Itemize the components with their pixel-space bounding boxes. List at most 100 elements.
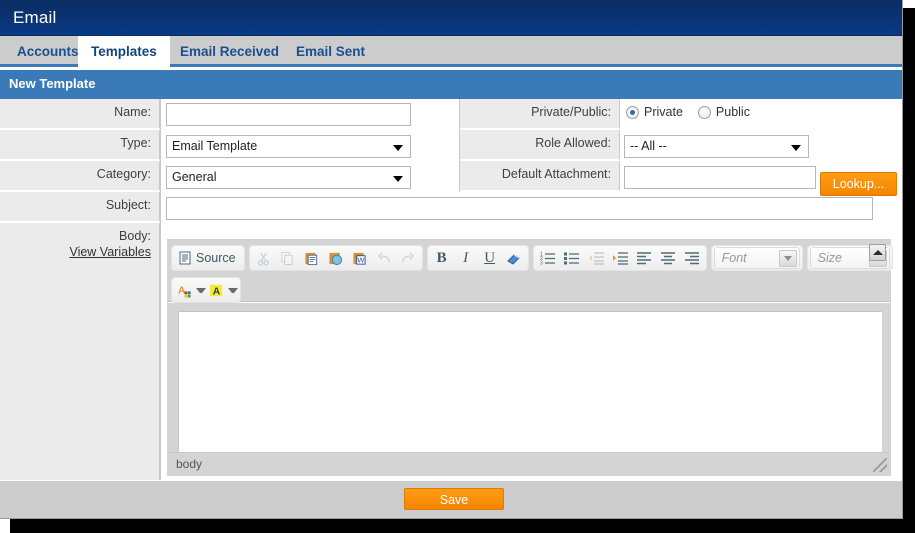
align-left-icon[interactable] — [632, 247, 656, 269]
screenshot-root: Email Accounts Templates Email Received … — [0, 0, 915, 533]
name-input[interactable] — [166, 103, 411, 126]
font-family-placeholder: Font — [721, 251, 747, 265]
field-subject — [166, 197, 873, 220]
tab-strip: Accounts Templates Email Received Email … — [0, 36, 902, 67]
toolbar-group-clipboard: W — [248, 245, 423, 271]
background-color-icon[interactable]: A — [206, 279, 226, 301]
font-size-placeholder: Size — [817, 251, 842, 265]
field-default-attachment — [624, 166, 816, 189]
background-color-dropdown-icon[interactable] — [226, 279, 238, 301]
default-attachment-input[interactable] — [624, 166, 816, 189]
lookup-button[interactable]: Lookup... — [820, 172, 897, 196]
toolbar-collapse-button[interactable] — [869, 244, 886, 261]
text-color-icon[interactable]: A — [174, 279, 194, 301]
window-shadow-bottom — [8, 519, 915, 533]
label-default-attachment: Default Attachment: — [501, 167, 611, 181]
elements-path-body[interactable]: body — [176, 457, 202, 471]
radio-public[interactable] — [697, 105, 711, 119]
radio-private[interactable] — [626, 105, 639, 119]
tab-templates[interactable]: Templates — [78, 36, 170, 67]
field-private-public: Private Public — [626, 105, 760, 119]
paste-icon[interactable] — [300, 247, 324, 269]
editor-body-wrapper — [168, 303, 890, 453]
svg-text:3: 3 — [540, 261, 543, 266]
form-column-divider — [459, 99, 460, 192]
radio-public-label[interactable]: Public — [716, 105, 750, 119]
title-bar: Email — [0, 0, 902, 36]
toolbar-group-font: Font — [710, 245, 803, 271]
chevron-down-icon — [393, 145, 403, 151]
paste-from-word-icon[interactable]: W — [348, 247, 372, 269]
underline-icon[interactable]: U — [478, 247, 502, 269]
label-role-allowed: Role Allowed: — [535, 136, 611, 150]
svg-text:A: A — [212, 286, 220, 297]
label-cell-type: Type: — [0, 130, 160, 160]
shadow-notch-left — [0, 519, 10, 533]
field-name — [166, 103, 411, 126]
editor-toolbar-row-2: A A — [171, 276, 887, 304]
editor-resize-grip[interactable] — [873, 458, 887, 472]
field-role-allowed: -- All -- — [624, 135, 809, 158]
label-cell-name: Name: — [0, 99, 160, 129]
window-shadow-right — [903, 6, 915, 525]
svg-text:W: W — [357, 255, 365, 264]
category-select[interactable]: General — [166, 166, 411, 189]
indent-icon[interactable] — [608, 247, 632, 269]
page-title: Email — [13, 8, 57, 27]
italic-icon[interactable]: I — [454, 247, 478, 269]
editor-content-area[interactable] — [178, 311, 882, 453]
align-center-icon[interactable] — [656, 247, 680, 269]
application-window: Email Accounts Templates Email Received … — [0, 0, 903, 519]
field-type: Email Template — [166, 135, 411, 158]
view-variables-link[interactable]: View Variables — [69, 245, 151, 259]
bold-icon[interactable]: B — [430, 247, 454, 269]
tab-email-sent[interactable]: Email Sent — [283, 36, 378, 67]
copy-icon[interactable] — [276, 247, 300, 269]
shadow-notch-top — [903, 0, 915, 8]
tab-email-received[interactable]: Email Received — [167, 36, 292, 67]
chevron-down-icon — [778, 249, 797, 267]
type-select-value: Email Template — [172, 139, 258, 153]
text-color-dropdown-icon[interactable] — [194, 279, 206, 301]
chevron-down-icon — [791, 145, 801, 151]
toolbar-group-document: Source — [171, 245, 245, 271]
remove-format-icon[interactable] — [502, 247, 526, 269]
label-name: Name: — [114, 105, 151, 119]
type-select[interactable]: Email Template — [166, 135, 411, 158]
align-right-icon[interactable] — [680, 247, 704, 269]
subject-input[interactable] — [166, 197, 873, 220]
label-category: Category: — [96, 167, 151, 181]
label-cell-role-allowed: Role Allowed: — [460, 130, 620, 160]
editor-toolbar-row-1: Source W B I U 1 2 3 Font Size — [171, 244, 893, 272]
form-footer: Save — [0, 480, 902, 518]
redo-icon[interactable] — [396, 247, 420, 269]
section-title: New Template — [9, 76, 96, 91]
outdent-icon[interactable] — [584, 247, 608, 269]
undo-icon[interactable] — [372, 247, 396, 269]
toolbar-group-colors: A A — [171, 277, 241, 303]
font-family-select[interactable]: Font — [713, 247, 800, 269]
form-left-divider — [160, 99, 161, 480]
numbered-list-icon[interactable]: 123 — [536, 247, 560, 269]
radio-private-label[interactable]: Private — [644, 105, 683, 119]
bulleted-list-icon[interactable] — [560, 247, 584, 269]
label-cell-body: Body: View Variables — [0, 223, 160, 480]
source-button[interactable]: Source — [174, 247, 242, 269]
label-body: Body: — [119, 229, 151, 243]
label-private-public: Private/Public: — [531, 105, 611, 119]
toolbar-group-paragraph: 123 — [532, 245, 707, 271]
category-select-value: General — [172, 170, 217, 184]
paste-as-text-icon[interactable] — [324, 247, 348, 269]
label-cell-category: Category: — [0, 161, 160, 191]
role-allowed-select[interactable]: -- All -- — [624, 135, 809, 158]
section-header: New Template — [0, 70, 902, 99]
label-type: Type: — [120, 136, 151, 150]
label-subject: Subject: — [105, 198, 151, 212]
body-rich-text-editor: Source W B I U 1 2 3 Font Size A A body — [167, 239, 893, 476]
cut-icon[interactable] — [252, 247, 276, 269]
save-button[interactable]: Save — [404, 488, 504, 510]
chevron-down-icon — [393, 176, 403, 182]
field-category: General — [166, 166, 411, 189]
role-allowed-select-value: -- All -- — [630, 139, 667, 153]
label-cell-subject: Subject: — [0, 192, 160, 222]
